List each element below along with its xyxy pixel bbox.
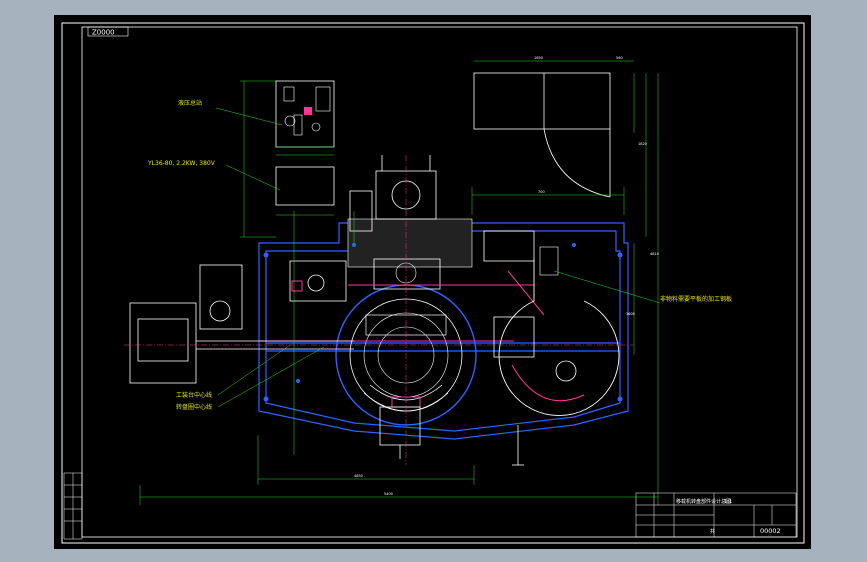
leader-center-axis-1 [217, 344, 291, 396]
leader-center-axis-2 [217, 346, 325, 408]
leader-right-note [553, 270, 661, 304]
dim-bottom: 4850 [354, 474, 363, 478]
label-motor-spec: YL36-80, 2.2KW, 380V [147, 160, 216, 167]
top-right-dimensions [474, 60, 659, 441]
drawing-number: 00002 [760, 527, 781, 535]
title-block-name: 移载机转盘部件设计总图 [676, 498, 731, 505]
dim-top-right: 1650 [534, 56, 543, 60]
dim-mid: 700 [538, 190, 545, 194]
station-dimensions [240, 80, 334, 238]
outer-sheet-frame [61, 22, 805, 544]
dim-vert-3: 1600 [626, 312, 635, 316]
leader-motor [225, 164, 281, 191]
label-hydraulic-station: 液压总站 [178, 99, 202, 107]
title-block-scale: 1:1 [724, 499, 732, 505]
title-block-sheet: 共 [710, 528, 715, 535]
dim-vert-1: 1820 [638, 142, 647, 146]
left-feeder [129, 260, 354, 384]
drawing-stamp: Z0000 [92, 29, 115, 37]
dim-left: 5400 [384, 492, 393, 496]
label-center-axis-2: 转盘圈中心线 [176, 403, 212, 411]
hopper-block [347, 218, 473, 268]
cad-drawing-viewport[interactable]: Z0000 液压总站 YL36-80, 2.2KW, 380V 1650 560… [54, 15, 811, 549]
hydraulic-station [275, 80, 335, 156]
label-right-note: 非物料需要平板的加工钢板 [660, 295, 732, 303]
dim-vert-2: 4810 [650, 252, 659, 256]
right-rotary-arm [483, 230, 620, 416]
motor-housing [275, 166, 335, 206]
top-right-storage [473, 72, 611, 198]
leader-hydraulic [215, 107, 283, 126]
revision-table [63, 472, 83, 540]
dim-top-right-small: 560 [616, 56, 623, 60]
label-center-axis-1: 工装台中心线 [176, 391, 212, 399]
bottom-drive [379, 406, 524, 466]
